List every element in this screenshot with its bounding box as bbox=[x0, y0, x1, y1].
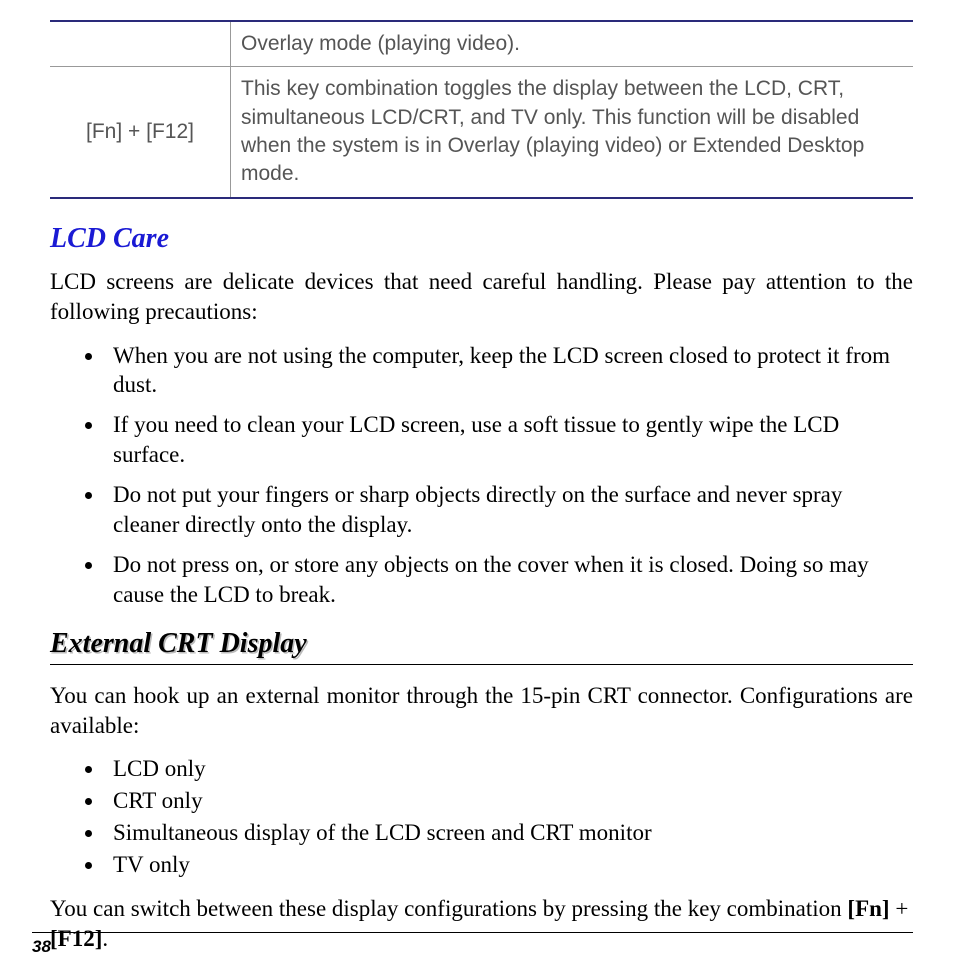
hotkey-description: Overlay mode (playing video). bbox=[231, 21, 914, 67]
hotkey-cell: [Fn] + [F12] bbox=[50, 67, 231, 198]
heading-lcd-care: LCD Care bbox=[50, 223, 913, 255]
outro-plus: + bbox=[890, 896, 909, 921]
outro-text: You can switch between these display con… bbox=[50, 896, 847, 921]
list-item: Do not press on, or store any objects on… bbox=[105, 550, 913, 610]
list-item: Do not put your fingers or sharp objects… bbox=[105, 480, 913, 540]
list-item: When you are not using the computer, kee… bbox=[105, 341, 913, 401]
heading-external-crt: External CRT Display bbox=[50, 628, 913, 660]
footer-rule bbox=[32, 932, 913, 933]
hotkey-cell-empty bbox=[50, 21, 231, 67]
ext-crt-intro: You can hook up an external monitor thro… bbox=[50, 681, 913, 741]
page-number: 38 bbox=[32, 937, 913, 957]
lcd-care-intro: LCD screens are delicate devices that ne… bbox=[50, 267, 913, 327]
ext-crt-list: LCD only CRT only Simultaneous display o… bbox=[50, 754, 913, 880]
table-row: [Fn] + [F12] This key combination toggle… bbox=[50, 67, 913, 198]
list-item: Simultaneous display of the LCD screen a… bbox=[105, 818, 913, 848]
lcd-care-list: When you are not using the computer, kee… bbox=[50, 341, 913, 610]
section-divider bbox=[50, 664, 913, 665]
hotkey-table: Overlay mode (playing video). [Fn] + [F1… bbox=[50, 20, 913, 199]
list-item: CRT only bbox=[105, 786, 913, 816]
key-combo-fn: [Fn] bbox=[847, 896, 889, 921]
page-footer: 38 bbox=[32, 932, 913, 957]
hotkey-description: This key combination toggles the display… bbox=[231, 67, 914, 198]
list-item: TV only bbox=[105, 850, 913, 880]
list-item: LCD only bbox=[105, 754, 913, 784]
document-page: Overlay mode (playing video). [Fn] + [F1… bbox=[0, 0, 963, 971]
list-item: If you need to clean your LCD screen, us… bbox=[105, 410, 913, 470]
table-row: Overlay mode (playing video). bbox=[50, 21, 913, 67]
